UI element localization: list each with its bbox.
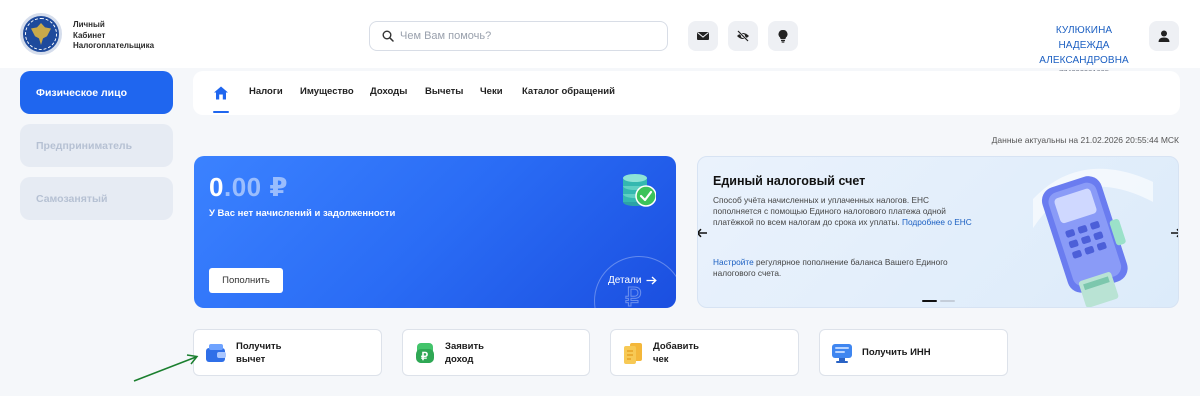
label-line: Получить xyxy=(236,341,282,352)
add-receipt-label: Добавить чек xyxy=(653,341,699,366)
nav-item-taxes[interactable]: Налоги xyxy=(249,86,283,97)
topup-button[interactable]: Пополнить xyxy=(209,268,283,293)
brand-line: Налогоплательщика xyxy=(73,41,155,50)
payment-terminal-illustration xyxy=(1033,168,1153,307)
profile-button[interactable] xyxy=(1149,21,1179,51)
brand-line: Кабинет xyxy=(73,30,106,40)
nav-item-receipts[interactable]: Чеки xyxy=(480,86,503,97)
nav-item-requests-catalog[interactable]: Каталог обращений xyxy=(522,86,615,97)
user-name[interactable]: КУЛЮКИНА НАДЕЖДА xyxy=(1029,23,1139,53)
ens-setup-link[interactable]: Настройте xyxy=(713,257,754,267)
search-input[interactable] xyxy=(400,26,660,46)
label-line: вычет xyxy=(236,353,266,365)
ruble-watermark-icon: ₽ xyxy=(625,284,643,308)
declare-income-label: Заявить доход xyxy=(445,341,484,366)
inn-monitor-icon xyxy=(832,344,852,363)
add-receipt-card[interactable]: Добавить чек xyxy=(610,329,799,376)
balance-amount-integer: 0 xyxy=(209,172,224,202)
carousel-pagination xyxy=(922,300,955,302)
carousel-dot-active[interactable] xyxy=(922,300,937,302)
data-updated-timestamp: Данные актуальны на 21.02.2026 20:55:44 … xyxy=(991,135,1179,145)
receipt-icon xyxy=(624,343,642,364)
ens-more-link[interactable]: Подробнее о ЕНС xyxy=(902,217,972,227)
mail-icon xyxy=(697,32,709,40)
label-line: Добавить xyxy=(653,341,700,352)
label-line: Заявить xyxy=(445,341,484,352)
tips-button[interactable] xyxy=(768,21,798,51)
income-ruble-icon: ₽ xyxy=(416,343,434,363)
main-nav: Налоги Имущество Доходы Вычеты Чеки Ката… xyxy=(193,71,1180,115)
label-line: доход xyxy=(445,353,474,365)
ens-setup-text: Настройте регулярное пополнение баланса … xyxy=(713,257,975,279)
arrow-right-icon xyxy=(646,276,658,285)
get-inn-label: Получить ИНН xyxy=(862,347,931,358)
user-icon xyxy=(1158,30,1170,42)
visually-impaired-button[interactable] xyxy=(728,21,758,51)
get-inn-card[interactable]: Получить ИНН xyxy=(819,329,1008,376)
label-line: чек xyxy=(653,353,669,365)
search-box[interactable] xyxy=(369,21,668,51)
get-deduction-card[interactable]: Получить вычет xyxy=(193,329,382,376)
lightbulb-icon xyxy=(778,29,788,43)
active-tab-indicator xyxy=(213,111,229,113)
arrow-right-icon xyxy=(1171,228,1178,238)
ens-description: Способ учёта начисленных и уплаченных на… xyxy=(713,195,975,228)
nav-item-deductions[interactable]: Вычеты xyxy=(425,86,463,97)
svg-text:₽: ₽ xyxy=(421,351,428,363)
nav-item-property[interactable]: Имущество xyxy=(300,86,354,97)
search-icon xyxy=(382,30,394,42)
user-name[interactable]: АЛЕКСАНДРОВНА xyxy=(1029,53,1139,68)
balance-card[interactable]: 0.00 ₽ У Вас нет начислений и задолженно… xyxy=(194,156,676,308)
carousel-dot[interactable] xyxy=(940,300,955,302)
carousel-prev-button[interactable] xyxy=(698,225,710,241)
header: Личный Кабинет Налогоплательщика Чем Вам… xyxy=(0,0,1200,77)
balance-amount-fraction: .00 ₽ xyxy=(223,172,288,202)
deduction-wallet-icon xyxy=(206,344,226,362)
ens-title: Единый налоговый счет xyxy=(713,174,866,188)
sidebar-item-entrepreneur[interactable]: Предприниматель xyxy=(20,124,173,167)
eye-off-icon xyxy=(737,30,749,42)
details-label: Детали xyxy=(608,275,642,286)
home-icon[interactable] xyxy=(213,85,229,101)
coins-check-icon xyxy=(623,174,656,207)
sidebar-item-self-employed[interactable]: Самозанятый xyxy=(20,177,173,220)
details-link[interactable]: Детали xyxy=(608,275,658,286)
get-deduction-label: Получить вычет xyxy=(236,341,281,366)
fns-logo[interactable] xyxy=(20,13,62,55)
brand-line: Личный xyxy=(73,20,105,29)
brand-title: Личный Кабинет Налогоплательщика xyxy=(73,20,163,52)
balance-status-note: У Вас нет начислений и задолженности xyxy=(209,208,396,219)
declare-income-card[interactable]: ₽ Заявить доход xyxy=(402,329,590,376)
annotation-arrow xyxy=(133,354,199,382)
user-info[interactable]: КУЛЮКИНА НАДЕЖДА АЛЕКСАНДРОВНА 774393981… xyxy=(1029,23,1139,78)
arrow-left-icon xyxy=(698,228,707,238)
balance-amount: 0.00 ₽ xyxy=(209,172,288,203)
carousel-next-button[interactable] xyxy=(1168,225,1178,241)
nav-item-income[interactable]: Доходы xyxy=(370,86,407,97)
mail-button[interactable] xyxy=(688,21,718,51)
ens-card[interactable]: Единый налоговый счет Способ учёта начис… xyxy=(697,156,1179,308)
sidebar-item-individual[interactable]: Физическое лицо xyxy=(20,71,173,114)
svg-text:₽: ₽ xyxy=(625,284,642,308)
